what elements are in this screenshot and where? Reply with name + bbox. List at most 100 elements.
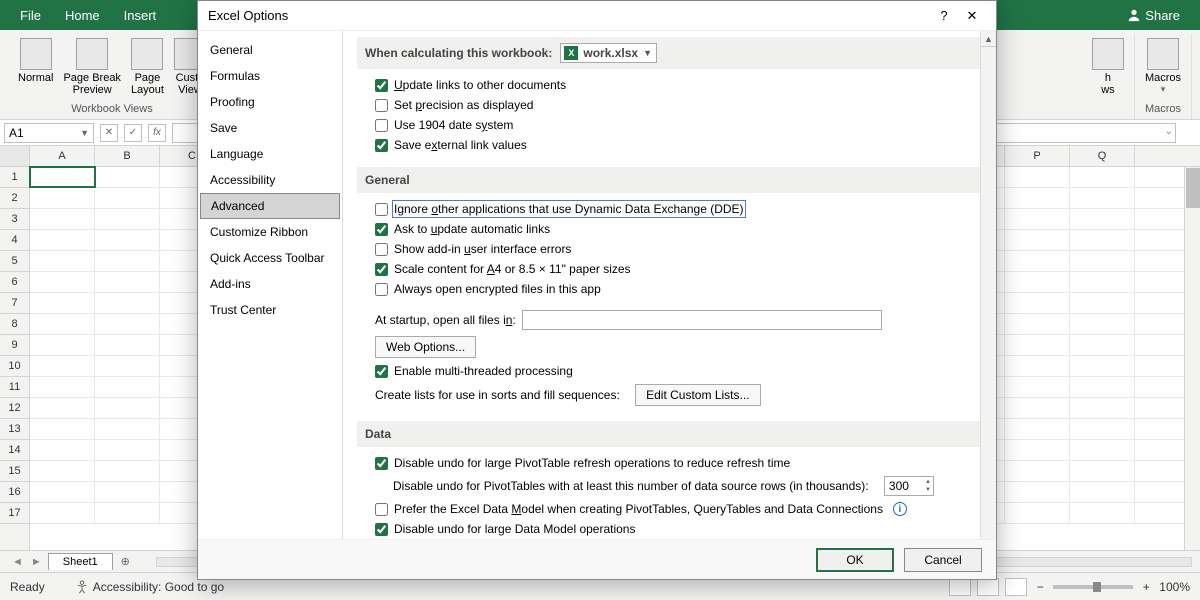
cell[interactable] — [30, 377, 95, 397]
fx-button[interactable]: fx — [148, 124, 166, 142]
general-option[interactable]: Ask to update automatic links — [375, 219, 978, 239]
cell[interactable] — [30, 440, 95, 460]
options-nav-item[interactable]: Proofing — [198, 89, 342, 115]
cell[interactable] — [1005, 398, 1070, 418]
spin-up-icon[interactable]: ▲ — [925, 478, 931, 486]
options-nav-item[interactable]: Advanced — [200, 193, 340, 219]
options-nav-item[interactable]: Quick Access Toolbar — [198, 245, 342, 271]
options-nav-item[interactable]: General — [198, 37, 342, 63]
calc-checkbox[interactable] — [375, 79, 388, 92]
share-button[interactable]: Share — [1115, 8, 1192, 23]
edit-custom-lists-button[interactable]: Edit Custom Lists... — [635, 384, 760, 406]
calc-option[interactable]: Set precision as displayed — [375, 95, 978, 115]
cell[interactable] — [1070, 209, 1135, 229]
calc-checkbox[interactable] — [375, 119, 388, 132]
pivot-undo-option[interactable]: Disable undo for large PivotTable refres… — [375, 453, 978, 473]
vertical-scrollbar[interactable] — [1184, 167, 1200, 550]
spin-down-icon[interactable]: ▼ — [925, 486, 931, 494]
cell[interactable] — [1070, 251, 1135, 271]
cell[interactable] — [95, 461, 160, 481]
cell[interactable] — [1005, 461, 1070, 481]
cell[interactable] — [1070, 230, 1135, 250]
column-header[interactable]: Q — [1070, 146, 1135, 166]
row-header[interactable]: 2 — [0, 188, 29, 209]
cell[interactable] — [95, 230, 160, 250]
options-nav-item[interactable]: Trust Center — [198, 297, 342, 323]
cell[interactable] — [30, 398, 95, 418]
cell[interactable] — [95, 188, 160, 208]
general-option[interactable]: Always open encrypted files in this app — [375, 279, 978, 299]
cell[interactable] — [1005, 188, 1070, 208]
general-option[interactable]: Show add-in user interface errors — [375, 239, 978, 259]
startup-path-input[interactable] — [522, 310, 882, 330]
cell[interactable] — [1005, 377, 1070, 397]
row-header[interactable]: 14 — [0, 440, 29, 461]
sheet-nav-next[interactable]: ► — [27, 556, 46, 568]
cell[interactable] — [1005, 314, 1070, 334]
row-header[interactable]: 15 — [0, 461, 29, 482]
normal-view-button[interactable]: Normal — [14, 36, 57, 101]
cell[interactable] — [1005, 209, 1070, 229]
calc-checkbox[interactable] — [375, 99, 388, 112]
cell[interactable] — [1005, 272, 1070, 292]
pivot-rows-spinner[interactable]: 300 ▲▼ — [884, 476, 934, 496]
cell[interactable] — [30, 482, 95, 502]
column-header[interactable]: P — [1005, 146, 1070, 166]
cell[interactable] — [1070, 356, 1135, 376]
add-sheet-button[interactable]: ⊕ — [115, 555, 136, 568]
cell[interactable] — [30, 188, 95, 208]
general-checkbox[interactable] — [375, 243, 388, 256]
calc-option[interactable]: Update links to other documents — [375, 75, 978, 95]
cell[interactable] — [95, 209, 160, 229]
pivot-undo-checkbox[interactable] — [375, 457, 388, 470]
cell[interactable] — [95, 440, 160, 460]
cell[interactable] — [95, 272, 160, 292]
page-layout-button[interactable]: Page Layout — [127, 36, 168, 101]
calc-checkbox[interactable] — [375, 139, 388, 152]
home-menu[interactable]: Home — [53, 8, 112, 23]
general-option[interactable]: Ignore other applications that use Dynam… — [375, 199, 978, 219]
row-header[interactable]: 7 — [0, 293, 29, 314]
web-options-button[interactable]: Web Options... — [375, 336, 476, 358]
cell[interactable] — [1070, 314, 1135, 334]
expand-formula-bar-icon[interactable]: ⌄ — [1165, 126, 1173, 137]
zoom-out-button[interactable]: − — [1033, 580, 1047, 594]
cell[interactable] — [1070, 293, 1135, 313]
row-header[interactable]: 16 — [0, 482, 29, 503]
cell[interactable] — [1070, 440, 1135, 460]
cell[interactable] — [95, 482, 160, 502]
zoom-slider[interactable] — [1053, 585, 1133, 589]
cell[interactable] — [30, 272, 95, 292]
accessibility-status[interactable]: Accessibility: Good to go — [75, 580, 224, 594]
large-model-undo-checkbox[interactable] — [375, 523, 388, 536]
macros-button[interactable]: Macros▾ — [1141, 36, 1185, 101]
general-checkbox[interactable] — [375, 203, 388, 216]
cell[interactable] — [30, 335, 95, 355]
row-header[interactable]: 6 — [0, 272, 29, 293]
hidden-ribbon-button[interactable]: h ws — [1088, 36, 1128, 101]
row-headers[interactable]: 1234567891011121314151617 — [0, 146, 30, 550]
cell[interactable] — [30, 314, 95, 334]
cell[interactable] — [1070, 503, 1135, 523]
name-box[interactable]: A1▼ — [4, 123, 94, 143]
cell[interactable] — [95, 167, 160, 187]
multithread-option[interactable]: Enable multi-threaded processing — [375, 361, 978, 381]
multithread-checkbox[interactable] — [375, 365, 388, 378]
close-button[interactable]: ✕ — [958, 4, 986, 28]
cell[interactable] — [1070, 461, 1135, 481]
cell[interactable] — [1005, 503, 1070, 523]
cell[interactable] — [30, 167, 95, 187]
cell[interactable] — [1005, 419, 1070, 439]
zoom-level[interactable]: 100% — [1159, 580, 1190, 594]
options-nav-item[interactable]: Accessibility — [198, 167, 342, 193]
page-break-preview-button[interactable]: Page Break Preview — [59, 36, 124, 101]
zoom-in-button[interactable]: + — [1139, 580, 1153, 594]
cell[interactable] — [30, 209, 95, 229]
row-header[interactable]: 5 — [0, 251, 29, 272]
cell[interactable] — [30, 293, 95, 313]
row-header[interactable]: 10 — [0, 356, 29, 377]
general-option[interactable]: Scale content for A4 or 8.5 × 11" paper … — [375, 259, 978, 279]
cell[interactable] — [30, 251, 95, 271]
cell[interactable] — [1005, 356, 1070, 376]
scroll-up-icon[interactable]: ▲ — [981, 31, 996, 47]
